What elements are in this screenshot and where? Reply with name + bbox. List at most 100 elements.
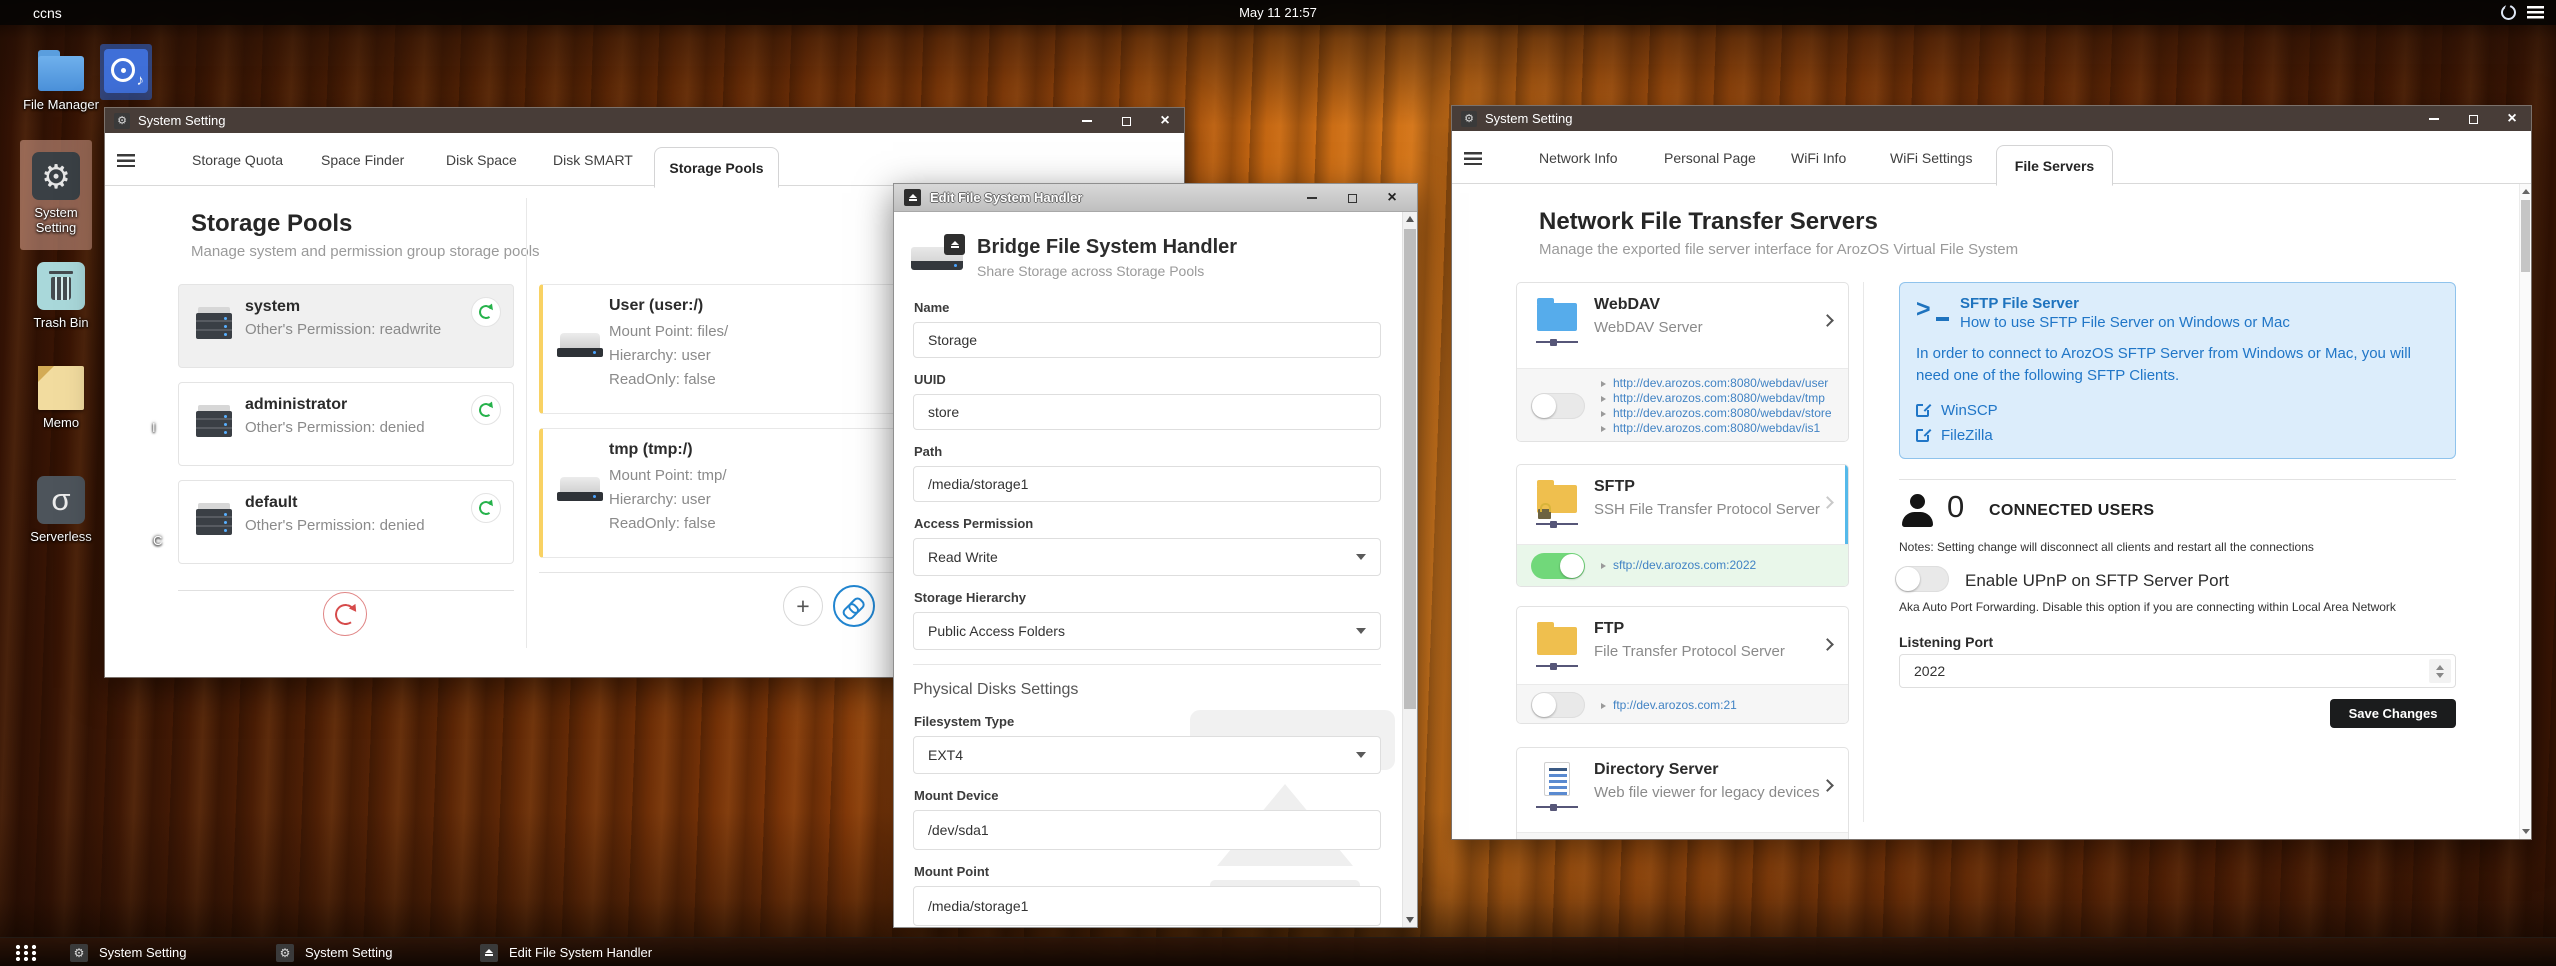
- chevron-right-icon[interactable]: [1821, 779, 1834, 792]
- filesystem-type-select[interactable]: EXT4: [913, 736, 1381, 774]
- tab-space-finder[interactable]: Space Finder: [321, 152, 404, 168]
- hamburger-icon[interactable]: [117, 154, 135, 167]
- chevron-right-icon[interactable]: [1821, 496, 1834, 509]
- mount-point-input[interactable]: [913, 886, 1381, 926]
- desktop-icon-system-setting[interactable]: ⚙ System Setting: [20, 140, 92, 250]
- tab-wifi-settings[interactable]: WiFi Settings: [1890, 150, 1972, 166]
- window-title: Edit File System Handler: [930, 190, 1083, 205]
- name-input[interactable]: [913, 322, 1381, 358]
- bridge-drive-icon: [911, 234, 965, 278]
- mount-device-input[interactable]: [913, 810, 1381, 850]
- minimize-button[interactable]: [2425, 110, 2443, 128]
- desktop-icon-label: System Setting: [34, 205, 78, 235]
- server-name: SFTP: [1594, 478, 1635, 495]
- tab-file-servers-active[interactable]: File Servers: [1996, 145, 2113, 186]
- scroll-down-icon[interactable]: [2522, 829, 2530, 834]
- gear-icon: ⚙: [70, 943, 88, 962]
- tab-disk-smart[interactable]: Disk SMART: [553, 152, 633, 168]
- scrollbar-thumb[interactable]: [2521, 200, 2530, 272]
- storage-hierarchy-select[interactable]: Public Access Folders: [913, 612, 1381, 650]
- scrollbar-thumb[interactable]: [1404, 229, 1416, 709]
- card-sftp[interactable]: SFTP SSH File Transfer Protocol Server s…: [1516, 464, 1849, 587]
- close-button[interactable]: ×: [1383, 189, 1401, 207]
- sftp-url[interactable]: sftp://dev.arozos.com:2022: [1601, 558, 1756, 573]
- pool-item-system[interactable]: system Other's Permission: readwrite: [178, 284, 514, 368]
- chevron-right-icon[interactable]: [1821, 314, 1834, 327]
- maximize-button[interactable]: [1117, 112, 1135, 130]
- upnp-toggle-off[interactable]: [1895, 566, 1949, 592]
- path-input[interactable]: [913, 466, 1381, 502]
- tab-storage-quota[interactable]: Storage Quota: [192, 152, 283, 168]
- card-webdav[interactable]: WebDAV WebDAV Server http://dev.arozos.c…: [1516, 282, 1849, 442]
- window-titlebar[interactable]: Edit File System Handler: [894, 184, 1417, 212]
- desktop-icon-trash-bin[interactable]: Trash Bin: [22, 262, 100, 330]
- tab-storage-pools-active[interactable]: Storage Pools: [654, 147, 779, 188]
- window-titlebar[interactable]: ⚙ System Setting: [105, 108, 1184, 133]
- triangle-marker-icon: [1601, 380, 1606, 387]
- task-item-system-setting-2[interactable]: ⚙ System Setting: [276, 938, 392, 966]
- gear-icon: ⚙: [32, 152, 80, 200]
- refresh-pool-button[interactable]: [471, 395, 501, 425]
- pool-item-administrator[interactable]: administrator Other's Permission: denied: [178, 382, 514, 466]
- webdav-url[interactable]: http://dev.arozos.com:8080/webdav/store: [1601, 406, 1832, 421]
- sftp-toggle-on[interactable]: [1531, 553, 1585, 579]
- physical-disks-section-label: Physical Disks Settings: [913, 681, 1079, 698]
- scroll-up-icon[interactable]: [2522, 189, 2530, 194]
- webdav-toggle-off[interactable]: [1531, 393, 1585, 419]
- desktop-icon-file-manager[interactable]: File Manager: [22, 50, 100, 112]
- task-item-system-setting-1[interactable]: ⚙ System Setting: [70, 938, 186, 966]
- reload-pools-button[interactable]: [323, 592, 367, 636]
- scrollbar[interactable]: [1402, 212, 1417, 927]
- webdav-url[interactable]: http://dev.arozos.com:8080/webdav/tmp: [1601, 391, 1832, 406]
- scrollbar[interactable]: [2519, 184, 2531, 839]
- triangle-marker-icon: [1601, 410, 1606, 417]
- bridge-readonly: ReadOnly: false: [609, 371, 716, 388]
- minimize-button[interactable]: [1078, 112, 1096, 130]
- client-link-winscp[interactable]: WinSCP: [1916, 398, 1998, 423]
- tab-network-info[interactable]: Network Info: [1539, 150, 1618, 166]
- number-spinner[interactable]: [2429, 659, 2451, 683]
- close-button[interactable]: ×: [2503, 110, 2521, 128]
- link-bridge-button[interactable]: [833, 585, 875, 627]
- desktop-icon-memo[interactable]: Memo: [22, 366, 100, 430]
- webdav-url[interactable]: http://dev.arozos.com:8080/webdav/user: [1601, 376, 1832, 391]
- maximize-button[interactable]: [1343, 189, 1361, 207]
- task-item-edit-fs-handler[interactable]: Edit File System Handler: [480, 938, 652, 966]
- pool-permission: Other's Permission: denied: [245, 419, 425, 436]
- ftp-url[interactable]: ftp://dev.arozos.com:21: [1601, 698, 1737, 713]
- access-permission-select[interactable]: Read Write: [913, 538, 1381, 576]
- close-button[interactable]: ×: [1156, 112, 1174, 130]
- card-ftp[interactable]: FTP File Transfer Protocol Server ftp://…: [1516, 606, 1849, 724]
- app-launcher-icon[interactable]: [14, 944, 37, 961]
- refresh-pool-button[interactable]: [471, 493, 501, 523]
- tab-disk-space[interactable]: Disk Space: [446, 152, 517, 168]
- uuid-input[interactable]: [913, 394, 1381, 430]
- refresh-pool-button[interactable]: [471, 297, 501, 327]
- maximize-button[interactable]: [2464, 110, 2482, 128]
- menu-icon[interactable]: [2527, 6, 2544, 19]
- desktop-icon-serverless[interactable]: σ Serverless: [22, 476, 100, 544]
- tab-wifi-info[interactable]: WiFi Info: [1791, 150, 1846, 166]
- sftp-info-box: > SFTP File Server How to use SFTP File …: [1899, 282, 2456, 459]
- hamburger-icon[interactable]: [1464, 152, 1482, 165]
- chevron-right-icon[interactable]: [1821, 638, 1834, 651]
- listening-port-input[interactable]: 2022: [1899, 654, 2456, 688]
- scroll-down-icon[interactable]: [1406, 917, 1414, 923]
- pool-item-default[interactable]: default Other's Permission: denied: [178, 480, 514, 564]
- minimize-button[interactable]: [1303, 189, 1321, 207]
- add-bridge-button[interactable]: +: [783, 586, 823, 626]
- task-item-label: Edit File System Handler: [509, 945, 653, 960]
- tab-bar: Network Info Personal Page WiFi Info WiF…: [1452, 131, 2531, 186]
- window-title: System Setting: [138, 113, 226, 128]
- webdav-url[interactable]: http://dev.arozos.com:8080/webdav/is1: [1601, 421, 1832, 436]
- ftp-toggle-off[interactable]: [1531, 692, 1585, 718]
- window-titlebar[interactable]: ⚙ System Setting: [1452, 106, 2531, 131]
- save-changes-button[interactable]: Save Changes: [2330, 699, 2456, 728]
- tab-personal-page[interactable]: Personal Page: [1664, 150, 1756, 166]
- power-icon[interactable]: [2501, 5, 2516, 20]
- scroll-up-icon[interactable]: [1406, 216, 1414, 222]
- desktop-icon-music-player[interactable]: ♪: [100, 44, 152, 100]
- card-directory-server[interactable]: Directory Server Web file viewer for leg…: [1516, 747, 1849, 839]
- client-link-filezilla[interactable]: FileZilla: [1916, 423, 1998, 448]
- mount-device-label: Mount Device: [914, 788, 999, 803]
